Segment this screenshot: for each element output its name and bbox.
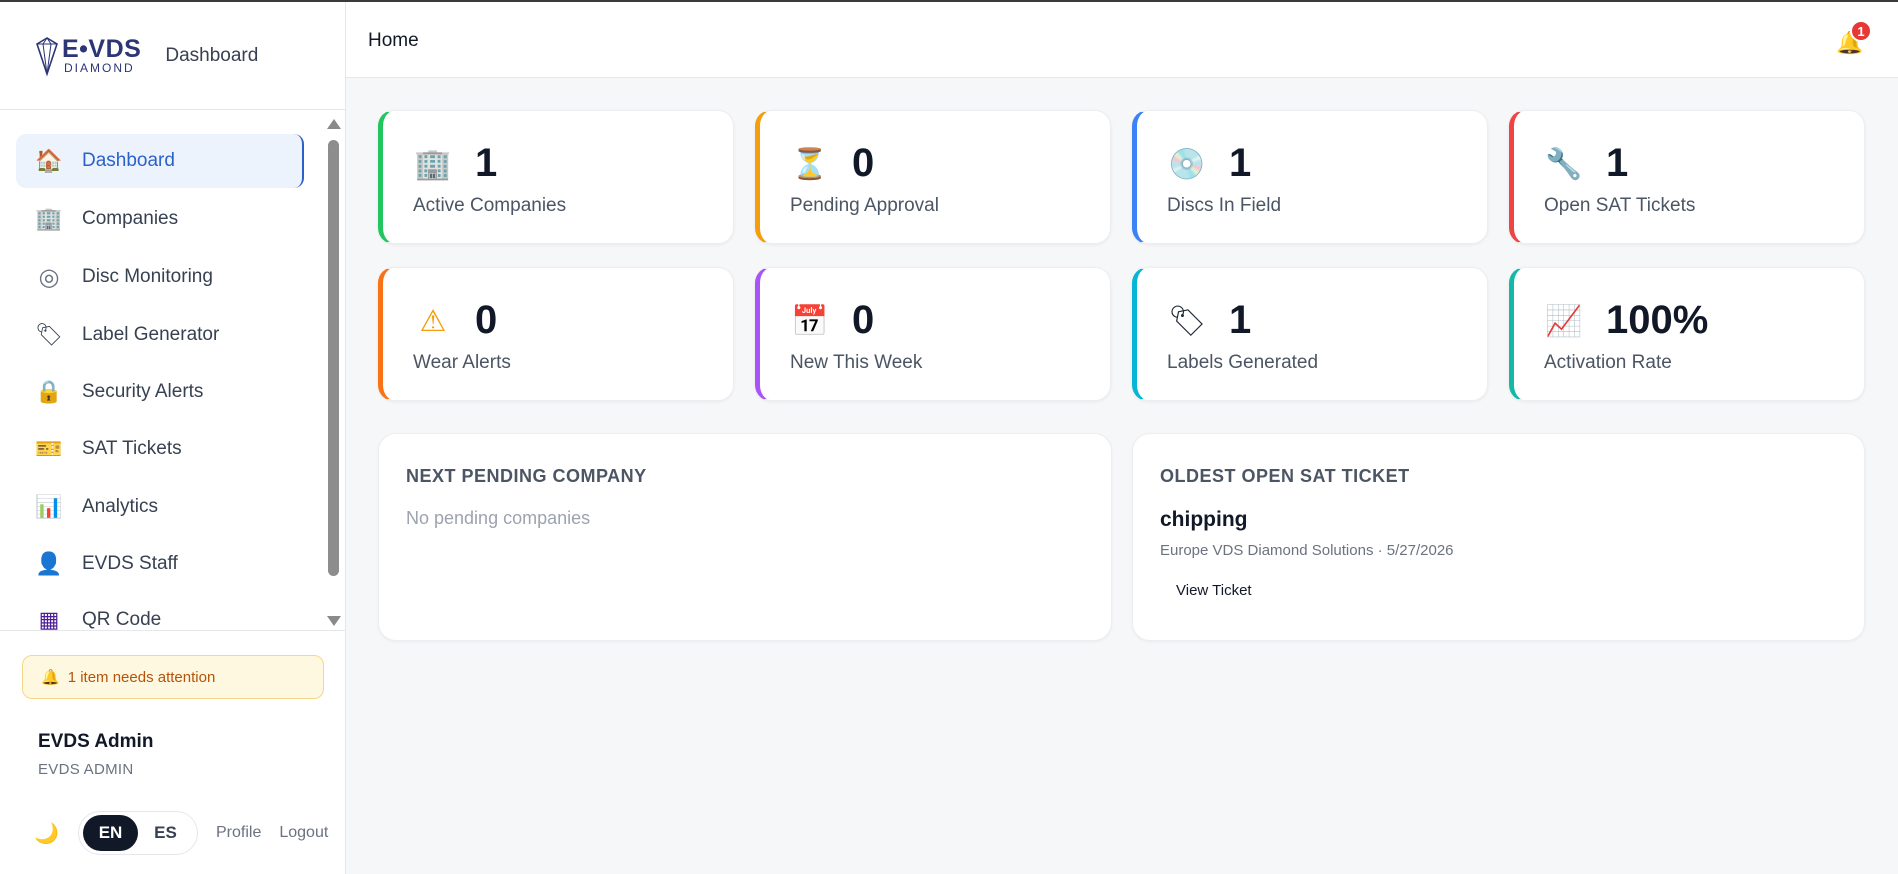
wrench-icon: 🔧 bbox=[1545, 148, 1583, 181]
sidebar-item-evds-staff[interactable]: 👤 EVDS Staff bbox=[16, 537, 304, 591]
stat-label: New This Week bbox=[790, 352, 923, 373]
sidebar-nav: 🏠 Dashboard 🏢 Companies ◎ Disc Monitorin… bbox=[0, 120, 346, 632]
panel-title: OLDEST OPEN SAT TICKET bbox=[1160, 466, 1410, 486]
ticket-meta: Europe VDS Diamond Solutions · 5/27/2026 bbox=[1160, 542, 1454, 559]
stat-card-open-sat-tickets[interactable]: 🔧 1 Open SAT Tickets bbox=[1509, 110, 1865, 244]
stat-value: 1 bbox=[475, 141, 498, 185]
evds-logo[interactable]: E•VDS DIAMOND bbox=[34, 34, 141, 78]
stat-value: 1 bbox=[1229, 298, 1252, 342]
attention-banner[interactable]: 🔔 1 item needs attention bbox=[22, 655, 324, 699]
moon-icon[interactable]: 🌙 bbox=[34, 821, 64, 846]
stat-card-active-companies[interactable]: 🏢 1 Active Companies bbox=[378, 110, 734, 244]
empty-state-text: No pending companies bbox=[406, 508, 591, 528]
sidebar-item-companies[interactable]: 🏢 Companies bbox=[16, 192, 304, 246]
building-icon: 🏢 bbox=[35, 206, 63, 231]
sidebar-item-label: SAT Tickets bbox=[82, 438, 182, 459]
stat-card-discs-in-field[interactable]: 💿 1 Discs In Field bbox=[1132, 110, 1488, 244]
next-pending-company-panel: NEXT PENDING COMPANY No pending companie… bbox=[378, 433, 1112, 641]
lang-en-button[interactable]: EN bbox=[83, 815, 138, 851]
top-border bbox=[0, 0, 1898, 2]
sidebar-item-label: Security Alerts bbox=[82, 381, 204, 402]
stat-card-wear-alerts[interactable]: ⚠ 0 Wear Alerts bbox=[378, 267, 734, 401]
sidebar: E•VDS DIAMOND Dashboard 🏠 Dashboard 🏢 Co… bbox=[0, 2, 346, 874]
logout-link[interactable]: Logout bbox=[279, 824, 328, 842]
sidebar-item-label-generator[interactable]: 🏷 Label Generator bbox=[16, 308, 304, 362]
trend-chart-icon: 📈 bbox=[1545, 305, 1583, 338]
stat-value: 100% bbox=[1606, 298, 1709, 342]
brand-header: E•VDS DIAMOND Dashboard bbox=[0, 2, 345, 110]
attention-text: 1 item needs attention bbox=[67, 668, 216, 686]
calendar-icon: 📅 bbox=[791, 305, 829, 338]
notification-badge: 1 bbox=[1850, 20, 1872, 42]
sidebar-item-label: Disc Monitoring bbox=[82, 266, 213, 287]
sidebar-item-dashboard[interactable]: 🏠 Dashboard bbox=[16, 134, 304, 188]
lock-icon: 🔒 bbox=[35, 379, 63, 404]
user-name: EVDS Admin bbox=[38, 731, 154, 752]
sidebar-scrollbar-thumb[interactable] bbox=[328, 140, 339, 576]
disc-icon: ◎ bbox=[38, 263, 60, 291]
stat-value: 0 bbox=[475, 298, 498, 342]
warning-icon: ⚠ bbox=[419, 305, 447, 338]
stat-card-activation-rate[interactable]: 📈 100% Activation Rate bbox=[1509, 267, 1865, 401]
sidebar-item-security-alerts[interactable]: 🔒 Security Alerts bbox=[16, 365, 304, 419]
sidebar-item-label: Label Generator bbox=[82, 324, 220, 345]
oldest-open-sat-ticket-panel: OLDEST OPEN SAT TICKET chipping Europe V… bbox=[1132, 433, 1865, 641]
stat-label: Pending Approval bbox=[790, 195, 939, 216]
scroll-down-arrow[interactable] bbox=[327, 616, 341, 626]
notifications-button[interactable]: 🔔 1 bbox=[1836, 20, 1876, 62]
language-switcher: EN ES bbox=[78, 811, 198, 855]
qr-code-icon: ▦ bbox=[38, 607, 60, 632]
house-icon: 🏠 bbox=[35, 148, 63, 173]
label-tag-icon: 🏷 bbox=[1167, 305, 1207, 338]
logo-wordmark: E•VDS bbox=[62, 35, 142, 63]
panel-title: NEXT PENDING COMPANY bbox=[406, 466, 647, 486]
stat-value: 0 bbox=[852, 298, 875, 342]
stat-value: 0 bbox=[852, 141, 875, 185]
sidebar-item-sat-tickets[interactable]: 🎫 SAT Tickets bbox=[16, 422, 304, 476]
stat-label: Wear Alerts bbox=[413, 352, 511, 373]
scroll-up-arrow[interactable] bbox=[327, 119, 341, 129]
stat-label: Open SAT Tickets bbox=[1544, 195, 1696, 216]
logo-subtitle: DIAMOND bbox=[64, 61, 135, 75]
hourglass-icon: ⏳ bbox=[791, 148, 829, 181]
sidebar-item-label: Companies bbox=[82, 208, 179, 229]
ticket-icon: 🎫 bbox=[35, 436, 63, 461]
user-role: EVDS ADMIN bbox=[38, 761, 134, 778]
disc-icon: 💿 bbox=[1168, 148, 1206, 181]
sidebar-item-label: QR Code bbox=[82, 609, 162, 630]
stat-card-pending-approval[interactable]: ⏳ 0 Pending Approval bbox=[755, 110, 1111, 244]
view-ticket-button[interactable]: View Ticket bbox=[1160, 574, 1268, 606]
bell-icon: 🔔 bbox=[41, 669, 60, 686]
sidebar-item-label: Analytics bbox=[82, 496, 159, 517]
stat-label: Discs In Field bbox=[1167, 195, 1282, 216]
sidebar-item-analytics[interactable]: 📊 Analytics bbox=[16, 480, 304, 534]
sidebar-item-qr-code[interactable]: ▦ QR Code bbox=[16, 593, 304, 632]
stat-label: Active Companies bbox=[413, 195, 567, 216]
profile-link[interactable]: Profile bbox=[216, 824, 261, 842]
person-icon: 👤 bbox=[35, 551, 63, 576]
stat-value: 1 bbox=[1606, 141, 1629, 185]
top-header: Home 🔔 1 bbox=[346, 2, 1898, 78]
sidebar-footer: 🔔 1 item needs attention EVDS Admin EVDS… bbox=[0, 630, 346, 874]
stat-card-labels-generated[interactable]: 🏷 1 Labels Generated bbox=[1132, 267, 1488, 401]
brand-title: Dashboard bbox=[165, 44, 259, 66]
stat-value: 1 bbox=[1229, 141, 1252, 185]
diamond-logo-icon bbox=[36, 36, 58, 77]
stat-card-new-this-week[interactable]: 📅 0 New This Week bbox=[755, 267, 1111, 401]
sidebar-item-label: EVDS Staff bbox=[82, 553, 178, 574]
office-building-icon: 🏢 bbox=[414, 148, 452, 181]
lang-es-button[interactable]: ES bbox=[138, 815, 193, 851]
sidebar-item-label: Dashboard bbox=[82, 150, 175, 171]
stat-label: Labels Generated bbox=[1167, 352, 1319, 373]
label-tag-icon: 🏷 bbox=[35, 322, 63, 347]
page-title: Home bbox=[368, 30, 419, 51]
sidebar-item-disc-monitoring[interactable]: ◎ Disc Monitoring bbox=[16, 250, 304, 304]
footer-controls: 🌙 EN ES Profile Logout bbox=[34, 811, 328, 855]
stat-label: Activation Rate bbox=[1544, 352, 1672, 373]
bar-chart-icon: 📊 bbox=[35, 494, 63, 519]
ticket-title: chipping bbox=[1160, 508, 1248, 531]
